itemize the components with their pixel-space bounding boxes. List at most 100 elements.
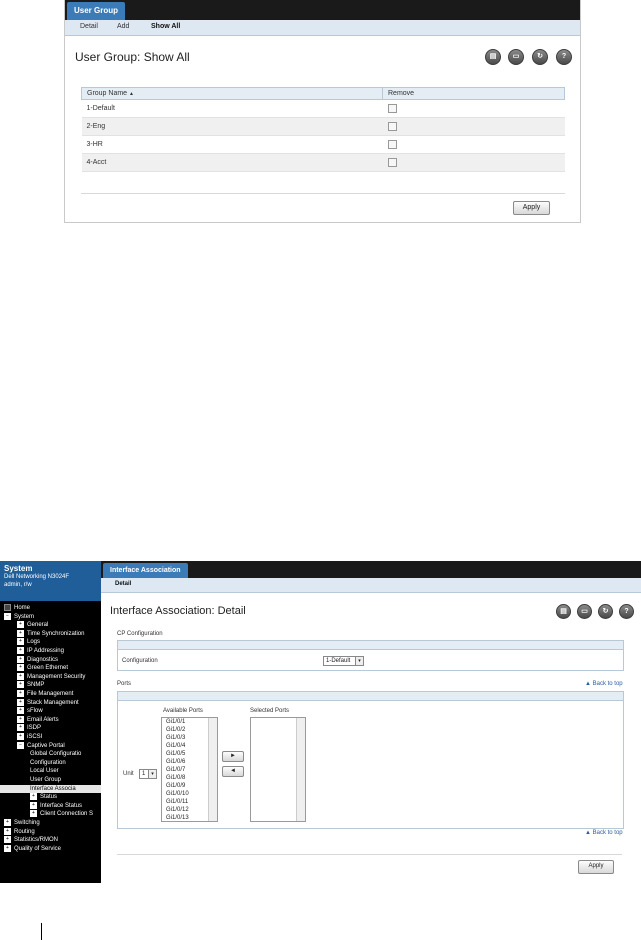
expand-icon[interactable]: +	[17, 655, 24, 663]
sidebar-item[interactable]: + Green Ethernet	[0, 664, 101, 672]
expand-icon[interactable]: +	[17, 672, 24, 680]
top-bar	[65, 0, 580, 20]
sidebar-item[interactable]: + ISDP	[0, 724, 101, 732]
remove-checkbox[interactable]	[387, 122, 397, 131]
sidebar-item[interactable]: Configuration	[0, 759, 101, 767]
remove-checkbox[interactable]	[387, 158, 397, 167]
expand-icon[interactable]: +	[17, 690, 24, 697]
expand-icon[interactable]: +	[4, 827, 11, 835]
expand-icon[interactable]: +	[17, 638, 24, 646]
column-group-name[interactable]: Group Name ▲	[81, 87, 383, 100]
remove-checkbox[interactable]	[387, 140, 397, 149]
refresh-icon[interactable]: ↻	[598, 604, 613, 619]
sidebar-item[interactable]: + Logs	[0, 638, 101, 646]
column-remove: Remove	[382, 87, 565, 100]
apply-button[interactable]: Apply	[578, 860, 614, 874]
sidebar-item[interactable]: Interface Associa	[0, 784, 101, 793]
sidebar-item[interactable]: User Group	[0, 776, 101, 784]
back-to-top-link[interactable]: ▲ Back to top	[585, 681, 623, 687]
expand-icon[interactable]: +	[17, 647, 24, 654]
expand-icon[interactable]: +	[4, 836, 11, 844]
sidebar-item[interactable]: − Captive Portal	[0, 741, 101, 750]
sort-asc-icon[interactable]: ▲	[129, 91, 134, 97]
collapse-icon[interactable]: −	[17, 741, 24, 749]
sidebar-item[interactable]: + IP Addressing	[0, 647, 101, 655]
tab-user-group[interactable]: User Group	[67, 2, 126, 22]
save-icon[interactable]: ▤	[556, 604, 571, 619]
scrollbar[interactable]	[208, 718, 217, 821]
sidebar-item[interactable]: + Diagnostics	[0, 655, 101, 664]
subtab-detail[interactable]: Detail	[115, 581, 131, 587]
sidebar-item-label: Local User	[30, 768, 59, 775]
remove-checkbox[interactable]	[387, 104, 397, 113]
move-right-button[interactable]: ►	[222, 751, 244, 762]
sidebar-item[interactable]: + File Management	[0, 690, 101, 698]
expand-icon[interactable]: +	[4, 844, 11, 852]
page-margin-line	[41, 923, 42, 940]
expand-icon[interactable]: +	[30, 810, 37, 818]
collapse-icon[interactable]: −	[4, 612, 11, 620]
print-icon[interactable]: ▭	[508, 49, 524, 65]
selected-ports-label: Selected Ports	[250, 708, 290, 714]
sidebar-item-label: Stack Management	[27, 699, 79, 706]
sidebar-item[interactable]: + Status	[0, 793, 101, 801]
sidebar-item-label: General	[27, 622, 49, 629]
sidebar-item[interactable]: + General	[0, 621, 101, 629]
expand-icon[interactable]: +	[4, 819, 11, 826]
sidebar-item[interactable]: + SNMP	[0, 681, 101, 689]
unit-select[interactable]: 1 ▾	[139, 769, 157, 779]
save-icon[interactable]: ▤	[485, 49, 501, 65]
subtab-show-all[interactable]: Show All	[151, 23, 180, 30]
expand-icon[interactable]: +	[17, 707, 24, 715]
expand-icon[interactable]: +	[17, 629, 24, 637]
expand-icon[interactable]: +	[30, 793, 37, 801]
sidebar-item[interactable]: − System	[0, 612, 101, 621]
refresh-icon[interactable]: ↻	[532, 49, 548, 65]
table-row: 4-Acct	[81, 153, 565, 172]
expand-icon[interactable]: +	[17, 664, 24, 672]
sidebar-item[interactable]: Local User	[0, 767, 101, 775]
expand-icon[interactable]: +	[17, 621, 24, 629]
sidebar-item-label: Configuration	[30, 759, 66, 766]
sidebar-item[interactable]: + Quality of Service	[0, 844, 101, 853]
sidebar-item-label: File Management	[27, 691, 74, 698]
sidebar-item[interactable]: Home	[0, 604, 101, 612]
back-to-top-link-bottom[interactable]: ▲ Back to top	[585, 830, 623, 836]
expand-icon[interactable]: +	[17, 698, 24, 706]
sidebar-item[interactable]: + Time Synchronization	[0, 629, 101, 638]
group-name-cell: 2-Eng	[81, 117, 383, 136]
sidebar-item[interactable]: + iSCSI	[0, 733, 101, 741]
sidebar-item[interactable]: + Email Alerts	[0, 715, 101, 724]
expand-icon[interactable]: +	[17, 681, 24, 689]
sidebar-item[interactable]: + Stack Management	[0, 698, 101, 707]
expand-icon[interactable]: +	[30, 801, 37, 809]
subtab-add[interactable]: Add	[117, 23, 129, 30]
apply-button[interactable]: Apply	[513, 201, 550, 215]
sidebar-item[interactable]: + Routing	[0, 827, 101, 836]
available-ports-list[interactable]: Gi1/0/1 Gi1/0/2 Gi1/0/3 Gi1/0/4 Gi1/0/5 Gi1/0…	[161, 717, 218, 822]
expand-icon[interactable]: +	[17, 733, 24, 740]
sidebar-item[interactable]: + sFlow	[0, 707, 101, 715]
sidebar-item-label: sFlow	[27, 708, 43, 715]
sidebar-item[interactable]: + Management Security	[0, 672, 101, 681]
sidebar-item[interactable]: + Statistics/RMON	[0, 836, 101, 844]
print-icon[interactable]: ▭	[577, 604, 592, 619]
sidebar-item[interactable]: + Interface Status	[0, 801, 101, 810]
scrollbar[interactable]	[296, 718, 305, 821]
sidebar-item-label: SNMP	[27, 682, 45, 689]
sidebar-item[interactable]: Global Configuratio	[0, 750, 101, 758]
sidebar-item[interactable]: + Switching	[0, 819, 101, 827]
expand-icon[interactable]: +	[17, 715, 24, 723]
help-icon[interactable]: ?	[619, 604, 634, 619]
main-content: Interface Association Detail Interface A…	[101, 561, 641, 883]
configuration-label: Configuration	[122, 658, 158, 664]
subtab-detail[interactable]: Detail	[80, 23, 98, 30]
move-left-button[interactable]: ◄	[222, 766, 244, 777]
expand-icon[interactable]: +	[17, 724, 24, 732]
help-icon[interactable]: ?	[556, 49, 572, 65]
sidebar-item[interactable]: + Client Connection S	[0, 810, 101, 818]
subtab-bar: Detail	[101, 578, 641, 593]
selected-ports-list[interactable]	[250, 717, 306, 822]
sidebar-item-label: Time Synchronization	[27, 630, 85, 637]
configuration-select[interactable]: 1-Default ▾	[323, 656, 364, 666]
